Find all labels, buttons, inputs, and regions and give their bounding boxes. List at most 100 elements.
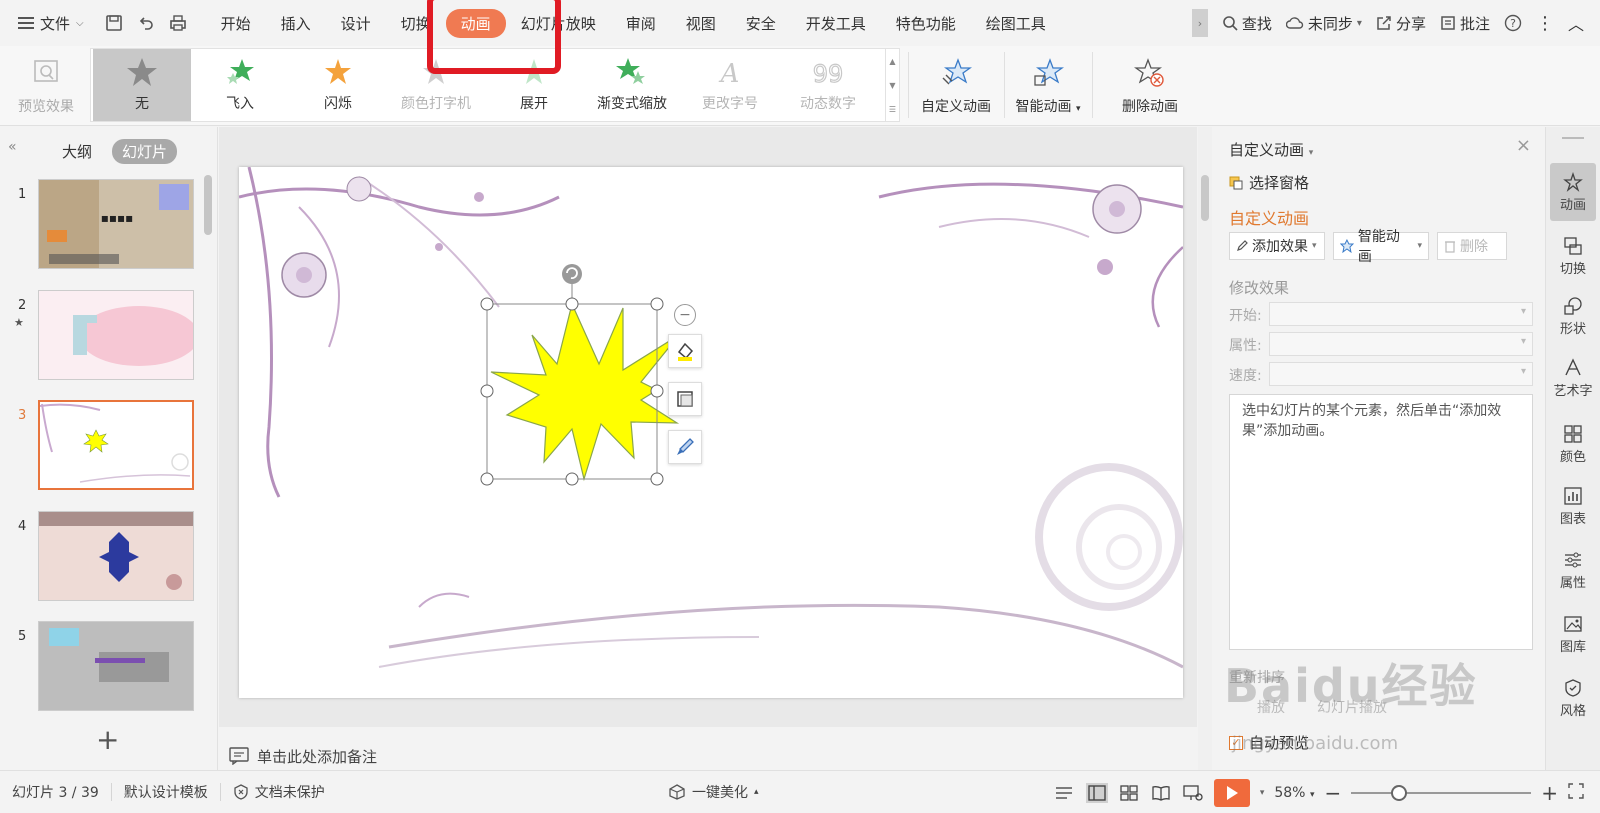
- tab-insert[interactable]: 插入: [266, 9, 326, 38]
- chevron-down-icon[interactable]: ▾: [1260, 788, 1265, 798]
- tab-features[interactable]: 特色功能: [881, 9, 971, 38]
- play-slideshow-button[interactable]: [1213, 778, 1250, 807]
- tab-view[interactable]: 视图: [671, 9, 731, 38]
- close-icon[interactable]: ×: [1516, 135, 1531, 156]
- sidebar-item-shape[interactable]: 形状: [1550, 287, 1596, 345]
- zoom-out-icon[interactable]: −: [1324, 781, 1341, 805]
- zoom-slider[interactable]: [1351, 784, 1532, 801]
- notes-align-icon[interactable]: [1054, 783, 1076, 803]
- tab-slides[interactable]: 幻灯片: [112, 139, 178, 164]
- slide-thumbnail[interactable]: [38, 511, 194, 601]
- normal-view-icon[interactable]: [1085, 782, 1108, 803]
- print-icon[interactable]: [162, 7, 194, 39]
- zoom-slider-knob[interactable]: [1391, 784, 1408, 801]
- slide-canvas[interactable]: [239, 167, 1183, 698]
- selection-pane-link[interactable]: 选择窗格: [1229, 172, 1309, 193]
- tab-design[interactable]: 设计: [326, 9, 386, 38]
- sidebar-item-color[interactable]: 颜色: [1550, 415, 1596, 473]
- sidebar-item-gallery[interactable]: 图库: [1550, 605, 1596, 663]
- slide-thumbnail[interactable]: ▪▪▪▪: [38, 179, 194, 269]
- zoom-in-icon[interactable]: +: [1541, 781, 1558, 805]
- smart-animation-pane-button[interactable]: 智能动画 ▾: [1333, 229, 1429, 265]
- file-menu-button[interactable]: 文件 ⌵: [18, 13, 84, 34]
- sidebar-label: 属性: [1559, 575, 1586, 591]
- slide-thumbnail-row[interactable]: 1 ▪▪▪▪: [0, 179, 210, 275]
- gallery-more-icon[interactable]: ☰: [889, 105, 896, 114]
- notes-bar[interactable]: 单击此处添加备注: [219, 745, 1197, 767]
- one-click-beautify-button[interactable]: 一键美化 ▴: [656, 782, 771, 802]
- more-options-icon[interactable]: ⋮: [1536, 13, 1554, 34]
- share-button[interactable]: 分享: [1376, 13, 1426, 34]
- ribbon-divider: [1092, 52, 1093, 118]
- sync-button[interactable]: 未同步 ▾: [1285, 13, 1362, 34]
- sidebar-item-transition[interactable]: 切换: [1550, 227, 1596, 285]
- start-select[interactable]: [1269, 302, 1533, 326]
- sidebar-item-style[interactable]: 风格: [1550, 669, 1596, 727]
- sidebar-label: 艺术字: [1553, 383, 1593, 399]
- preview-effect-button[interactable]: 预览效果: [10, 46, 82, 126]
- tab-review[interactable]: 审阅: [611, 9, 671, 38]
- tabs-scroll-right-icon[interactable]: ›: [1191, 9, 1208, 37]
- slide-thumbnail-active[interactable]: [38, 400, 194, 490]
- delete-animation-button[interactable]: 删除动画: [1110, 46, 1190, 126]
- tab-home[interactable]: 开始: [206, 9, 266, 38]
- speed-select[interactable]: [1269, 362, 1533, 386]
- template-label[interactable]: 默认设计模板: [112, 782, 220, 802]
- file-menu-label: 文件: [40, 14, 71, 33]
- comment-button[interactable]: 批注: [1440, 13, 1490, 34]
- gallery-item-gradual-zoom[interactable]: 渐变式缩放: [583, 49, 681, 121]
- undo-icon[interactable]: [130, 7, 162, 39]
- canvas-scroll-thumb[interactable]: [1201, 175, 1209, 221]
- help-icon[interactable]: ?: [1504, 14, 1522, 32]
- gallery-up-icon[interactable]: ▲: [889, 57, 895, 66]
- canvas-scrollbar[interactable]: [1198, 127, 1212, 770]
- smart-animation-button[interactable]: 智能动画 ▾: [1008, 46, 1088, 126]
- slide-thumbnail-row[interactable]: 3: [0, 400, 210, 496]
- gallery-down-icon[interactable]: ▼: [889, 81, 895, 90]
- annotation-highlight-box: [427, 0, 561, 74]
- tab-drawing-tools[interactable]: 绘图工具: [971, 9, 1061, 38]
- slide-sorter-icon[interactable]: [1118, 783, 1140, 803]
- document-protection[interactable]: 文档未保护: [221, 782, 337, 802]
- slide-thumbnail[interactable]: [38, 621, 194, 711]
- sidebar-item-properties[interactable]: 属性: [1550, 541, 1596, 599]
- collapse-toolbar-icon[interactable]: −: [674, 304, 696, 326]
- sidebar-item-animation[interactable]: 动画: [1550, 163, 1596, 221]
- slide-thumbnail-row[interactable]: 2 ★: [0, 290, 210, 386]
- delete-effect-button[interactable]: 删除: [1437, 232, 1507, 260]
- collapse-ribbon-icon[interactable]: ︿: [1568, 11, 1584, 35]
- property-select[interactable]: [1269, 332, 1533, 356]
- sidebar-item-wordart[interactable]: 艺术字: [1550, 349, 1596, 407]
- presenter-view-icon[interactable]: [1182, 783, 1204, 803]
- notes-icon: [229, 747, 249, 765]
- effect-list[interactable]: 选中幻灯片的某个元素，然后单击“添加效果”添加动画。: [1229, 394, 1533, 650]
- gallery-item-flash[interactable]: 闪烁: [289, 49, 387, 121]
- tab-outline[interactable]: 大纲: [52, 139, 102, 164]
- tab-security[interactable]: 安全: [731, 9, 791, 38]
- gallery-item-dynamic-number[interactable]: 99 动态数字: [779, 49, 877, 121]
- rotate-handle-icon[interactable]: [562, 264, 582, 284]
- reading-view-icon[interactable]: [1150, 783, 1172, 803]
- tab-developer[interactable]: 开发工具: [791, 9, 881, 38]
- search-button[interactable]: 查找: [1222, 13, 1272, 34]
- gallery-scroll[interactable]: ▲ ▼ ☰: [885, 49, 899, 121]
- pane-title[interactable]: 自定义动画 ▾: [1229, 139, 1313, 160]
- sidebar-item-chart[interactable]: 图表: [1550, 477, 1596, 535]
- save-icon[interactable]: [98, 7, 130, 39]
- fit-window-icon[interactable]: [1568, 782, 1584, 803]
- add-effect-button[interactable]: 添加效果 ▾: [1229, 232, 1325, 260]
- collapse-panel-icon[interactable]: «: [8, 139, 17, 155]
- outline-style-icon[interactable]: [668, 382, 702, 416]
- gallery-item-fly-in[interactable]: 飞入: [191, 49, 289, 121]
- gallery-item-none[interactable]: 无: [93, 49, 191, 121]
- fill-color-icon[interactable]: [668, 334, 702, 368]
- custom-animation-button[interactable]: 自定义动画: [912, 46, 1000, 126]
- slide-thumbnail-row[interactable]: 5: [0, 621, 210, 717]
- add-slide-button[interactable]: +: [96, 723, 119, 756]
- slide-thumbnail-row[interactable]: 4: [0, 511, 210, 607]
- slide-thumbnail[interactable]: [38, 290, 194, 380]
- format-painter-icon[interactable]: [668, 430, 702, 464]
- zoom-level[interactable]: 58% ▾: [1274, 785, 1314, 801]
- notes-placeholder: 单击此处添加备注: [257, 747, 378, 766]
- gallery-item-font-size[interactable]: A 更改字号: [681, 49, 779, 121]
